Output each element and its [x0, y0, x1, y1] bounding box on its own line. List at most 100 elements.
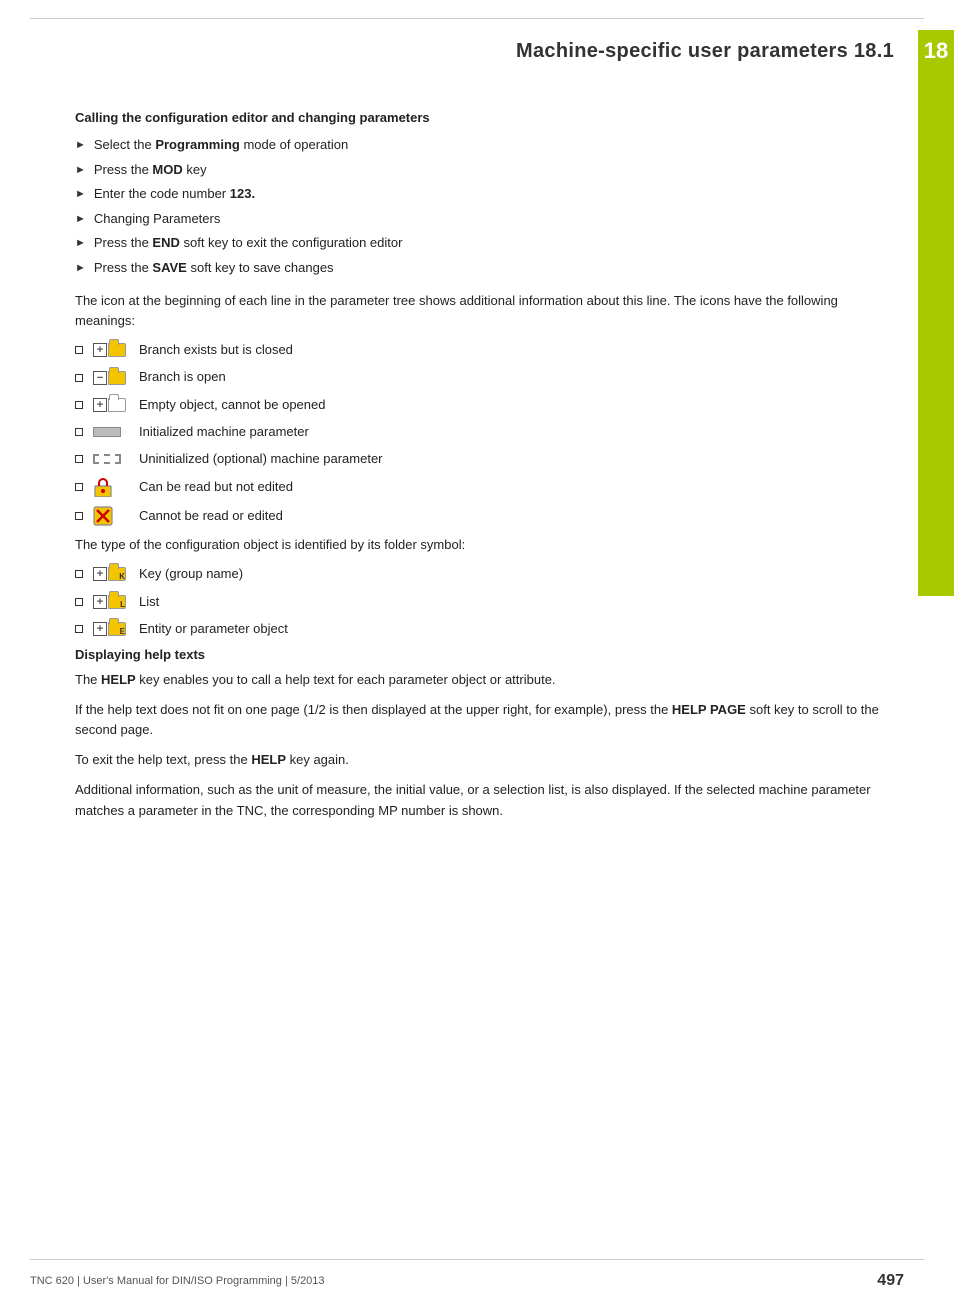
- folder-closed-icon: [108, 343, 126, 357]
- key-folder-icon: + K: [93, 567, 126, 581]
- icon-square-bullet: [75, 483, 83, 491]
- folder-list-wrap: L: [108, 595, 126, 609]
- bullet-list: ► Select the Programming mode of operati…: [75, 135, 884, 277]
- list-item: ► Press the SAVE soft key to save change…: [75, 258, 884, 278]
- list-item: ► Changing Parameters: [75, 209, 884, 229]
- icon-square-bullet: [75, 455, 83, 463]
- branch-closed-icon: +: [93, 343, 126, 357]
- help-para4: Additional information, such as the unit…: [75, 780, 884, 820]
- bullet-arrow: ►: [75, 137, 86, 154]
- bullet-arrow: ►: [75, 211, 86, 228]
- initialized-icon: [93, 427, 121, 437]
- lock-icon: [93, 477, 113, 497]
- bullet-arrow: ►: [75, 186, 86, 203]
- icon-label-uninitialized: Uninitialized (optional) machine paramet…: [139, 450, 383, 468]
- bold-help: HELP: [101, 672, 136, 687]
- icon-label-no-access: Cannot be read or edited: [139, 507, 283, 525]
- icon-label-key: Key (group name): [139, 565, 243, 583]
- bold-help2: HELP: [251, 752, 286, 767]
- bullet-arrow: ►: [75, 235, 86, 252]
- main-content: Calling the configuration editor and cha…: [75, 110, 884, 1235]
- x-icon: [93, 506, 113, 526]
- icon-row-branch-open: − Branch is open: [75, 368, 884, 386]
- folder-key-wrap: K: [108, 567, 126, 581]
- bottom-border: [30, 1259, 924, 1260]
- icon-list-container: + Branch exists but is closed − Branch i…: [75, 341, 884, 526]
- icon-square-bullet: [75, 428, 83, 436]
- list-folder-icon: + L: [93, 595, 126, 609]
- list-item: ► Enter the code number 123.: [75, 184, 884, 204]
- bold-help-page: HELP PAGE: [672, 702, 746, 717]
- folder-list-letter: L: [120, 601, 125, 609]
- bold-save: SAVE: [152, 260, 186, 275]
- icon-area: + K: [93, 567, 139, 581]
- chapter-tab: 18: [918, 30, 954, 596]
- para2: The type of the configuration object is …: [75, 535, 884, 555]
- icon-square-bullet: [75, 346, 83, 354]
- page-container: 18 Machine-specific user parameters 18.1…: [0, 0, 954, 1315]
- folder-entity-wrap: E: [108, 622, 126, 636]
- help-para2: If the help text does not fit on one pag…: [75, 700, 884, 740]
- plus-box-icon: +: [93, 622, 107, 636]
- plus-box-icon: +: [93, 398, 107, 412]
- icon-label-branch-open: Branch is open: [139, 368, 226, 386]
- icon-area: +: [93, 343, 139, 357]
- list-item-text: Enter the code number 123.: [94, 184, 255, 204]
- icon-row-no-access: Cannot be read or edited: [75, 506, 884, 526]
- icon-area: [93, 506, 139, 526]
- minus-box-icon: −: [93, 371, 107, 385]
- bullet-arrow: ►: [75, 162, 86, 179]
- chapter-number: 18: [918, 30, 954, 76]
- footer-right: 497: [877, 1272, 904, 1290]
- icon-row-branch-closed: + Branch exists but is closed: [75, 341, 884, 359]
- footer-left: TNC 620 | User's Manual for DIN/ISO Prog…: [30, 1275, 325, 1287]
- icon-label-list: List: [139, 593, 159, 611]
- icon-area: −: [93, 371, 139, 385]
- icon-row-list: + L List: [75, 593, 884, 611]
- help-para3: To exit the help text, press the HELP ke…: [75, 750, 884, 770]
- icon-row-initialized: Initialized machine parameter: [75, 423, 884, 441]
- icon-label-initialized: Initialized machine parameter: [139, 423, 309, 441]
- icon-row-empty-object: + Empty object, cannot be opened: [75, 396, 884, 414]
- icon-row-key: + K Key (group name): [75, 565, 884, 583]
- icon-square-bullet: [75, 401, 83, 409]
- icon-square-bullet: [75, 374, 83, 382]
- folder-type-list: + K Key (group name) +: [75, 565, 884, 638]
- page-header: Machine-specific user parameters 18.1: [30, 40, 894, 63]
- list-item-text: Press the END soft key to exit the confi…: [94, 233, 403, 253]
- icon-area: +: [93, 398, 139, 412]
- plus-box-icon: +: [93, 567, 107, 581]
- list-item: ► Select the Programming mode of operati…: [75, 135, 884, 155]
- help-para1: The HELP key enables you to call a help …: [75, 670, 884, 690]
- branch-open-icon: −: [93, 371, 126, 385]
- list-item: ► Press the MOD key: [75, 160, 884, 180]
- icon-row-read-only: Can be read but not edited: [75, 477, 884, 497]
- icon-row-uninitialized: Uninitialized (optional) machine paramet…: [75, 450, 884, 468]
- top-border: [30, 18, 924, 19]
- icon-label-empty-object: Empty object, cannot be opened: [139, 396, 325, 414]
- para1: The icon at the beginning of each line i…: [75, 291, 884, 331]
- icon-area: [93, 477, 139, 497]
- empty-folder-icon: [108, 398, 126, 412]
- bold-end: END: [152, 235, 179, 250]
- icon-row-entity: + E Entity or parameter object: [75, 620, 884, 638]
- section2-heading: Displaying help texts: [75, 647, 884, 662]
- page-title: Machine-specific user parameters 18.1: [516, 40, 894, 63]
- footer: TNC 620 | User's Manual for DIN/ISO Prog…: [30, 1272, 904, 1290]
- icon-label-read-only: Can be read but not edited: [139, 478, 293, 496]
- icon-area: + E: [93, 622, 139, 636]
- plus-box-icon: +: [93, 343, 107, 357]
- bullet-arrow: ►: [75, 260, 86, 277]
- icon-label-branch-closed: Branch exists but is closed: [139, 341, 293, 359]
- folder-key-letter: K: [119, 573, 125, 581]
- section1-heading: Calling the configuration editor and cha…: [75, 110, 884, 125]
- list-item-text: Changing Parameters: [94, 209, 220, 229]
- bold-123: 123.: [230, 186, 255, 201]
- plus-box-icon: +: [93, 595, 107, 609]
- empty-object-icon: +: [93, 398, 126, 412]
- folder-entity-letter: E: [120, 628, 125, 636]
- list-item: ► Press the END soft key to exit the con…: [75, 233, 884, 253]
- entity-folder-icon: + E: [93, 622, 126, 636]
- list-item-text: Press the SAVE soft key to save changes: [94, 258, 334, 278]
- icon-square-bullet: [75, 570, 83, 578]
